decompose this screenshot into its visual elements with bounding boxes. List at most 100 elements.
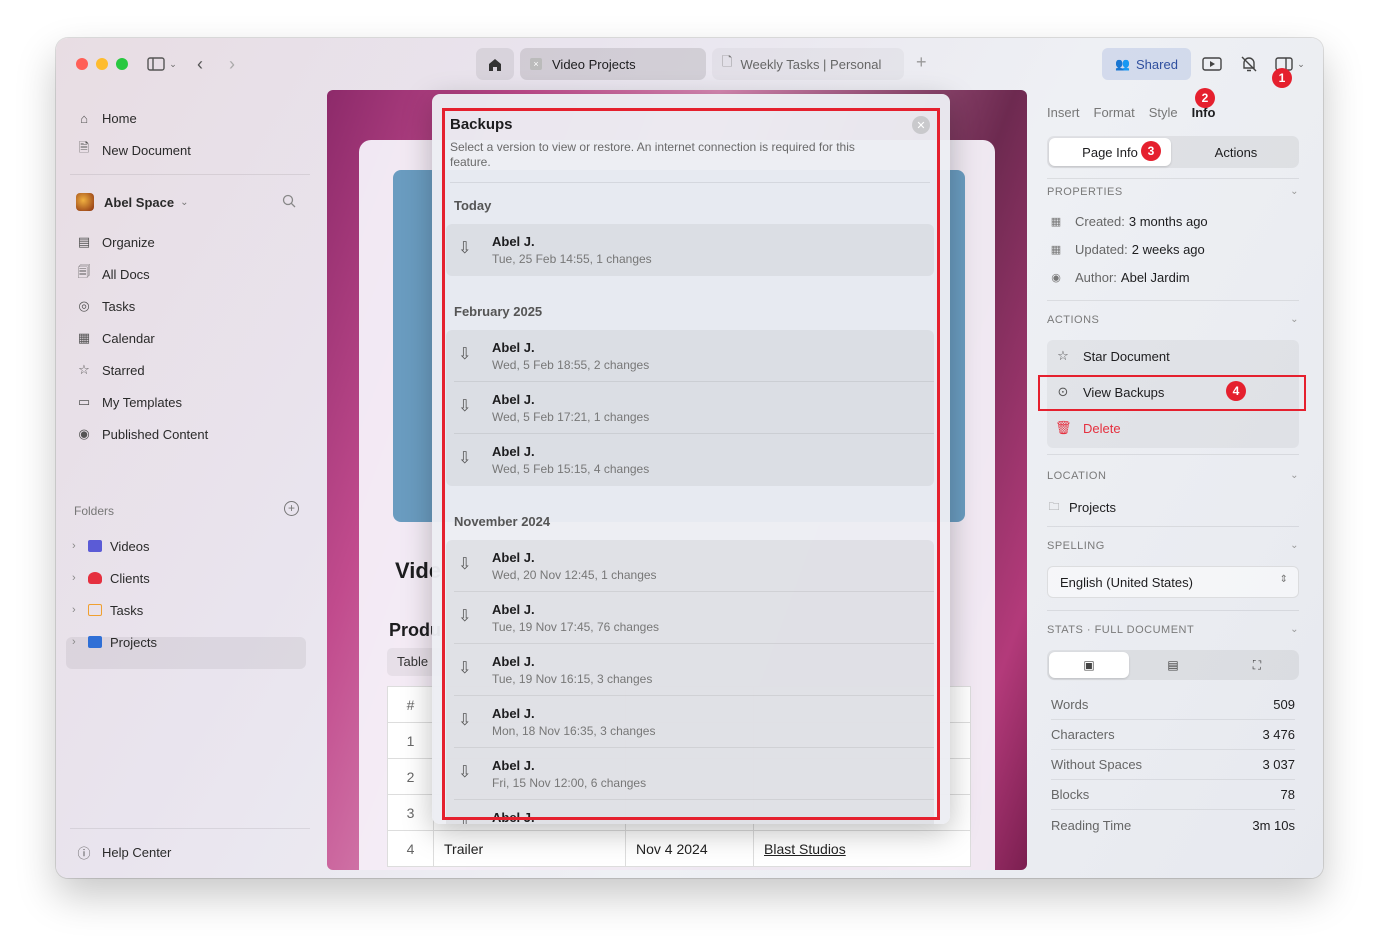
divider: [1047, 526, 1299, 527]
row-number: 3: [388, 795, 434, 831]
stat-value: 3 037: [1262, 757, 1295, 772]
table-header-cell: #: [388, 687, 434, 723]
back-icon[interactable]: ‹: [190, 52, 210, 76]
actions-heading[interactable]: ACTIONS ⌄: [1047, 314, 1299, 326]
new-tab-plus-icon[interactable]: +: [916, 52, 927, 73]
sidebar-item-label: Organize: [102, 235, 155, 250]
tab-label: Video Projects: [552, 57, 636, 72]
divider: [1047, 610, 1299, 611]
help-label: Help Center: [102, 845, 171, 860]
stat-label: Blocks: [1051, 787, 1089, 802]
selection-stats-icon[interactable]: ⛶: [1217, 652, 1297, 678]
sidebar-item-my-templates[interactable]: ▭ My Templates: [76, 390, 182, 414]
location-folder[interactable]: 🗀 Projects: [1047, 498, 1116, 517]
spelling-heading[interactable]: SPELLING ⌄: [1047, 540, 1299, 552]
chevron-down-icon[interactable]: ⌄: [1290, 470, 1299, 481]
chevron-down-icon[interactable]: ⌄: [1290, 624, 1299, 635]
sidebar-toggle-icon[interactable]: ⌄: [142, 52, 182, 76]
row-number: 4: [388, 831, 434, 867]
calendar-icon: ▦: [1049, 215, 1063, 228]
notifications-off-icon[interactable]: [1238, 52, 1260, 76]
chevron-down-icon[interactable]: ⌄: [1290, 314, 1299, 325]
folder-tasks[interactable]: › Tasks: [72, 598, 143, 622]
stats-heading[interactable]: STATS · FULL DOCUMENT ⌄: [1047, 624, 1299, 636]
chevron-right-icon[interactable]: ›: [72, 604, 82, 616]
search-icon[interactable]: [282, 194, 296, 211]
inspector-tabs: Insert Format Style Info: [1047, 105, 1215, 120]
tab-label: Weekly Tasks | Personal: [740, 57, 881, 72]
sidebar-item-calendar[interactable]: ▦ Calendar: [76, 326, 155, 350]
sidebar-item-starred[interactable]: ☆ Starred: [76, 358, 145, 382]
chevron-right-icon[interactable]: ›: [72, 540, 82, 552]
annotation-badge-3: 3: [1141, 141, 1161, 161]
annotation-highlight-box: [442, 108, 940, 820]
sidebar-item-organize[interactable]: ▤ Organize: [76, 230, 155, 254]
stat-characters: Characters 3 476: [1051, 720, 1295, 750]
select-value: English (United States): [1060, 575, 1193, 590]
properties-heading[interactable]: PROPERTIES ⌄: [1047, 186, 1299, 198]
tab-close-icon[interactable]: ×: [530, 58, 542, 70]
people-icon: 👥: [1115, 57, 1130, 71]
house-icon: ⌂: [76, 111, 92, 126]
tab-format[interactable]: Format: [1094, 105, 1135, 120]
action-label: Delete: [1083, 421, 1121, 436]
close-window-button[interactable]: [76, 58, 88, 70]
tab-video-projects[interactable]: × Video Projects: [520, 48, 706, 80]
annotation-badge-1: 1: [1272, 68, 1292, 88]
minimize-window-button[interactable]: [96, 58, 108, 70]
stats-segmented-control: ▣ ▤ ⛶: [1047, 650, 1299, 680]
shared-label: Shared: [1136, 57, 1178, 72]
segment-label: Page Info: [1082, 145, 1138, 160]
help-center-link[interactable]: ⓘ Help Center: [76, 840, 171, 864]
docs-icon: 🗐: [76, 263, 92, 285]
shared-button[interactable]: 👥 Shared: [1102, 48, 1191, 80]
folder-projects[interactable]: › Projects: [72, 630, 157, 654]
forward-icon[interactable]: ›: [222, 52, 242, 76]
question-icon: ⓘ: [76, 843, 92, 862]
present-icon[interactable]: [1201, 52, 1223, 76]
chevron-right-icon[interactable]: ›: [72, 572, 82, 584]
star-document-button[interactable]: ☆ Star Document: [1047, 341, 1299, 371]
add-folder-icon[interactable]: +: [284, 501, 299, 516]
home-tab[interactable]: [476, 48, 514, 80]
page-stats-icon[interactable]: ▤: [1133, 652, 1213, 678]
person-circle-icon: ◉: [1049, 271, 1063, 284]
section-label: LOCATION: [1047, 470, 1106, 482]
document-icon: 🗋: [722, 53, 732, 75]
row-number: 2: [388, 759, 434, 795]
updown-chevron-icon: ⇕: [1280, 574, 1288, 585]
table-cell[interactable]: Nov 4 2024: [626, 831, 754, 867]
sidebar-item-new-document[interactable]: 🗎 New Document: [76, 138, 191, 162]
sidebar: ⌂ Home 🗎 New Document Abel Space ⌄ ▤ Org…: [56, 90, 318, 878]
location-heading[interactable]: LOCATION ⌄: [1047, 470, 1299, 482]
spelling-language-select[interactable]: English (United States) ⇕: [1047, 566, 1299, 598]
table-cell[interactable]: Blast Studios: [754, 831, 971, 867]
row-number: 1: [388, 723, 434, 759]
folder-videos[interactable]: › Videos: [72, 534, 150, 558]
zoom-window-button[interactable]: [116, 58, 128, 70]
delete-button[interactable]: 🗑 Delete: [1047, 413, 1299, 443]
chevron-down-icon[interactable]: ⌄: [1290, 186, 1299, 197]
sidebar-item-tasks[interactable]: ◎ Tasks: [76, 294, 135, 318]
actions-segment[interactable]: Actions: [1175, 138, 1297, 166]
sidebar-item-all-docs[interactable]: 🗐 All Docs: [76, 262, 150, 286]
document-stats-icon[interactable]: ▣: [1049, 652, 1129, 678]
chevron-down-icon[interactable]: ⌄: [1290, 540, 1299, 551]
folder-clients[interactable]: › Clients: [72, 566, 150, 590]
chevron-right-icon[interactable]: ›: [72, 636, 82, 648]
property-value: 3 months ago: [1129, 214, 1208, 229]
stat-value: 78: [1281, 787, 1295, 802]
folders-heading: Folders: [74, 504, 114, 518]
stat-reading-time: Reading Time 3m 10s: [1051, 810, 1295, 840]
section-label: ACTIONS: [1047, 314, 1099, 326]
tab-style[interactable]: Style: [1149, 105, 1178, 120]
sidebar-item-published-content[interactable]: ◉ Published Content: [76, 422, 208, 446]
stat-blocks: Blocks 78: [1051, 780, 1295, 810]
table-cell[interactable]: Trailer: [434, 831, 626, 867]
sidebar-item-label: Home: [102, 111, 137, 126]
sidebar-item-home[interactable]: ⌂ Home: [76, 106, 137, 130]
tab-weekly-tasks[interactable]: 🗋 Weekly Tasks | Personal: [712, 48, 904, 80]
space-switcher[interactable]: Abel Space ⌄: [76, 190, 188, 214]
tab-insert[interactable]: Insert: [1047, 105, 1080, 120]
folder-label: Clients: [110, 571, 150, 586]
